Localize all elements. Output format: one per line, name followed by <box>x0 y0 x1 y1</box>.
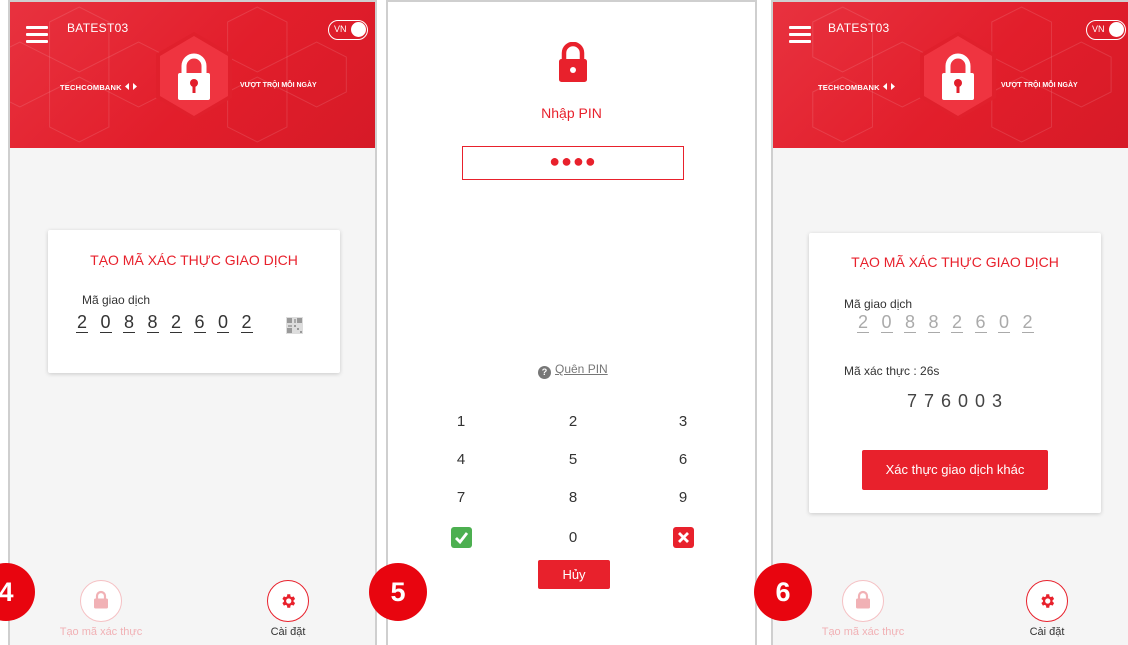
slogan: VƯỢT TRỘI MỖI NGÀY <box>240 82 317 89</box>
menu-icon[interactable] <box>26 26 48 43</box>
lock-icon <box>856 590 870 609</box>
techcombank-logo: TECHCOMBANK <box>60 82 138 92</box>
key-2[interactable]: 2 <box>553 410 593 434</box>
auth-code: 7 7 6 0 0 3 <box>906 391 1004 411</box>
nav-label: Tạo mã xác thực <box>59 626 143 638</box>
clear-button[interactable] <box>673 527 694 548</box>
nav-settings[interactable]: Cài đặt <box>1007 580 1087 638</box>
forgot-pin-link[interactable]: ? Quên PIN <box>538 362 608 379</box>
transaction-code: 2 0 8 8 2 6 0 2 <box>76 312 264 333</box>
key-6[interactable]: 6 <box>663 448 703 472</box>
digit: 6 <box>193 312 206 333</box>
menu-icon[interactable] <box>789 26 811 43</box>
gear-icon <box>1041 594 1055 608</box>
transaction-code-label: Mã giao dịch <box>844 297 913 311</box>
app-header: BATEST03 VN TECHCOMBANK VƯỢT TRỘI MỖI NG… <box>10 2 375 148</box>
check-icon <box>455 532 469 545</box>
key-8[interactable]: 8 <box>553 486 593 510</box>
close-icon <box>678 532 689 543</box>
username: BATEST03 <box>67 21 129 35</box>
digit: 8 <box>146 312 159 333</box>
nav-settings[interactable]: Cài đặt <box>248 580 328 638</box>
key-3[interactable]: 3 <box>663 410 703 434</box>
language-label: VN <box>1092 24 1105 34</box>
nav-label: Cài đặt <box>270 626 306 638</box>
techcombank-logo: TECHCOMBANK <box>818 82 896 92</box>
digit: 0 <box>99 312 112 333</box>
screen-5: Nhập PIN ●●●● ? Quên PIN 1 2 3 4 5 6 7 8 … <box>386 0 757 645</box>
nav-generate-code[interactable]: Tạo mã xác thực <box>808 580 918 638</box>
digit: 0 <box>880 312 893 333</box>
transaction-code-label: Mã giao dịch <box>82 293 151 307</box>
key-7[interactable]: 7 <box>441 486 481 510</box>
app-header: BATEST03 VN TECHCOMBANK VƯỢT TRỘI MỖI NG… <box>773 2 1128 148</box>
language-toggle[interactable]: VN <box>328 20 368 40</box>
language-label: VN <box>334 24 347 34</box>
digit: 2 <box>240 312 253 333</box>
card-title: TẠO MÃ XÁC THỰC GIAO DỊCH <box>90 252 298 268</box>
digit: 8 <box>927 312 940 333</box>
gear-icon <box>282 594 296 608</box>
card-title: TẠO MÃ XÁC THỰC GIAO DỊCH <box>851 254 1059 270</box>
pin-input[interactable]: ●●●● <box>462 146 684 180</box>
digit: 2 <box>1021 312 1034 333</box>
pin-title: Nhập PIN <box>541 105 602 121</box>
auth-card: TẠO MÃ XÁC THỰC GIAO DỊCH Mã giao dịch 2… <box>809 233 1101 513</box>
digit: 8 <box>904 312 917 333</box>
screen-4: BATEST03 VN TECHCOMBANK VƯỢT TRỘI MỖI NG… <box>8 0 377 645</box>
auth-card: TẠO MÃ XÁC THỰC GIAO DỊCH Mã giao dịch 2… <box>48 230 340 373</box>
key-1[interactable]: 1 <box>441 410 481 434</box>
digit: 2 <box>857 312 870 333</box>
digit: 0 <box>998 312 1011 333</box>
lock-icon <box>559 42 587 82</box>
digit: 2 <box>170 312 183 333</box>
key-0[interactable]: 0 <box>553 526 593 550</box>
confirm-button[interactable] <box>451 527 472 548</box>
digit: 6 <box>974 312 987 333</box>
step-badge-6: 6 <box>754 563 812 621</box>
nav-label: Cài đặt <box>1029 626 1065 638</box>
digit: 0 <box>217 312 230 333</box>
verify-other-button[interactable]: Xác thực giao dịch khác <box>862 450 1048 490</box>
step-badge-5: 5 <box>369 563 427 621</box>
lock-icon <box>942 53 974 100</box>
transaction-code: 2 0 8 8 2 6 0 2 <box>857 312 1045 333</box>
language-toggle[interactable]: VN <box>1086 20 1126 40</box>
cancel-button[interactable]: Hủy <box>538 560 610 589</box>
key-9[interactable]: 9 <box>663 486 703 510</box>
key-5[interactable]: 5 <box>553 448 593 472</box>
screen-6: BATEST03 VN TECHCOMBANK VƯỢT TRỘI MỖI NG… <box>771 0 1128 645</box>
nav-generate-code[interactable]: Tạo mã xác thực <box>46 580 156 638</box>
digit: 8 <box>123 312 136 333</box>
digit: 2 <box>76 312 89 333</box>
key-4[interactable]: 4 <box>441 448 481 472</box>
slogan: VƯỢT TRỘI MỖI NGÀY <box>1001 82 1078 89</box>
auth-code-label: Mã xác thực : 26s <box>844 364 940 378</box>
lock-icon <box>94 590 108 609</box>
nav-label: Tạo mã xác thực <box>821 626 905 638</box>
username: BATEST03 <box>828 21 890 35</box>
digit: 2 <box>951 312 964 333</box>
help-icon: ? <box>538 366 551 379</box>
lock-icon <box>178 53 210 100</box>
qr-code-icon[interactable] <box>286 317 303 334</box>
